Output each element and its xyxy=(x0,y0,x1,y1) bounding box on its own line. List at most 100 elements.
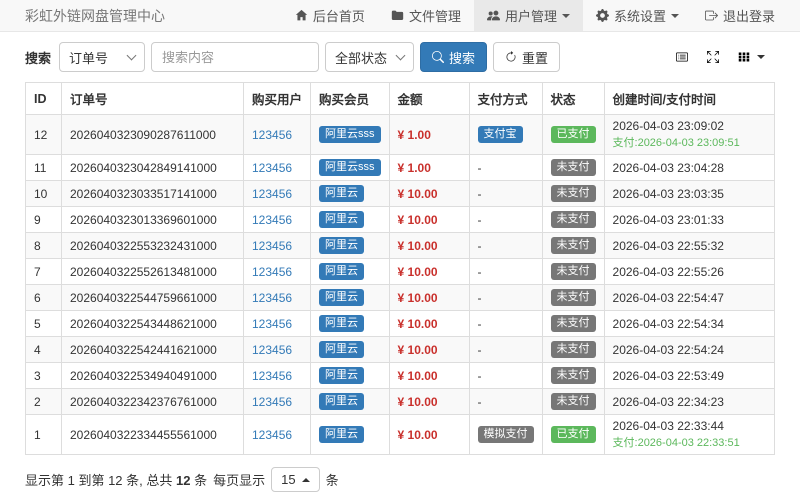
buyer-link[interactable]: 123456 xyxy=(252,291,292,305)
created-time: 2026-04-03 23:09:02 xyxy=(612,119,724,133)
status-badge: 未支付 xyxy=(550,211,596,228)
cell-id: 11 xyxy=(25,154,62,181)
nav-item-label: 用户管理 xyxy=(504,9,557,24)
nav-item-logout[interactable]: 退出登录 xyxy=(692,0,788,31)
nav-item-files[interactable]: 文件管理 xyxy=(378,0,474,31)
cell-buyer: 123456 xyxy=(242,414,312,455)
buyer-link[interactable]: 123456 xyxy=(252,265,292,279)
buyer-link[interactable]: 123456 xyxy=(252,187,292,201)
cell-pay-method: - xyxy=(468,154,543,181)
cell-amount: ¥ 10.00 xyxy=(388,310,470,337)
table-row: 6 2026040322544759661000 123456 阿里云 ¥ 10.00-… xyxy=(25,284,776,311)
cell-plan: 阿里云 xyxy=(310,362,390,389)
column-header: 购买用户 xyxy=(242,82,312,115)
cell-plan: 阿里云 xyxy=(310,180,390,207)
fullscreen-button[interactable] xyxy=(697,42,729,72)
cell-status: 未支付 xyxy=(541,284,605,311)
search-label: 搜索 xyxy=(25,50,52,66)
table-row: 2 2026040322342376761000 123456 阿里云 ¥ 10.00-… xyxy=(25,388,776,415)
nav-item-settings[interactable]: 系统设置 xyxy=(583,0,692,31)
cell-buyer: 123456 xyxy=(242,232,312,259)
cell-status: 已支付 xyxy=(541,114,605,155)
buyer-link[interactable]: 123456 xyxy=(252,428,292,442)
nav-item-label: 后台首页 xyxy=(312,9,365,24)
cell-order-no: 2026040322552613481000 xyxy=(61,258,244,285)
cell-amount: ¥ 10.00 xyxy=(388,232,470,259)
cell-amount: ¥ 10.00 xyxy=(388,180,470,207)
reset-button-label: 重置 xyxy=(522,50,549,66)
chevron-down-icon xyxy=(561,13,570,22)
buyer-link[interactable]: 123456 xyxy=(252,369,292,383)
cell-order-no: 2026040322544759661000 xyxy=(61,284,244,311)
page-size-select[interactable]: 15 xyxy=(271,467,320,492)
cell-order-no: 2026040322334455561000 xyxy=(61,414,244,455)
buyer-link[interactable]: 123456 xyxy=(252,161,292,175)
plan-badge: 阿里云sss xyxy=(319,159,381,176)
cell-amount: ¥ 10.00 xyxy=(388,388,470,415)
plan-badge: 阿里云 xyxy=(319,315,365,332)
cell-buyer: 123456 xyxy=(242,336,312,363)
created-time: 2026-04-03 22:55:26 xyxy=(612,264,724,279)
cell-time: 2026-04-03 23:09:02 支付:2026-04-03 23:09:5… xyxy=(603,114,776,155)
column-header: 订单号 xyxy=(61,82,244,115)
plan-badge: 阿里云 xyxy=(319,289,365,306)
cell-plan: 阿里云 xyxy=(310,206,390,233)
reset-button[interactable]: 重置 xyxy=(493,42,561,72)
cell-time: 2026-04-03 22:33:44 支付:2026-04-03 22:33:5… xyxy=(603,414,776,455)
column-header: 金额 xyxy=(388,82,470,115)
created-time: 2026-04-03 22:33:44 xyxy=(612,419,724,433)
search-field-select[interactable]: 订单号 xyxy=(59,42,146,72)
cell-order-no: 2026040323090287611000 xyxy=(61,114,244,155)
search-button[interactable]: 搜索 xyxy=(420,42,488,72)
buyer-link[interactable]: 123456 xyxy=(252,343,292,357)
search-input[interactable] xyxy=(151,42,320,72)
cell-order-no: 2026040322342376761000 xyxy=(61,388,244,415)
status-filter-select[interactable]: 全部状态 xyxy=(325,42,415,72)
plan-badge: 阿里云sss xyxy=(319,126,381,143)
columns-button[interactable] xyxy=(728,42,775,72)
cell-id: 10 xyxy=(25,180,62,207)
detail-view-button[interactable] xyxy=(666,42,698,72)
cell-order-no: 2026040322553232431000 xyxy=(61,232,244,259)
cell-pay-method: - xyxy=(468,258,543,285)
plan-badge: 阿里云 xyxy=(319,393,365,410)
plan-badge: 阿里云 xyxy=(319,237,365,254)
cell-status: 未支付 xyxy=(541,336,605,363)
cell-amount: ¥ 10.00 xyxy=(388,206,470,233)
cell-order-no: 2026040323033517141000 xyxy=(61,180,244,207)
folder-icon xyxy=(391,10,404,20)
table-row: 10 2026040323033517141000 123456 阿里云 ¥ 10.00… xyxy=(25,180,776,207)
status-badge: 未支付 xyxy=(550,185,596,202)
table-row: 7 2026040322552613481000 123456 阿里云 ¥ 10.00-… xyxy=(25,258,776,285)
created-time: 2026-04-03 23:04:28 xyxy=(612,160,724,175)
buyer-link[interactable]: 123456 xyxy=(252,239,292,253)
column-header: 创建时间/支付时间 xyxy=(603,82,776,115)
buyer-link[interactable]: 123456 xyxy=(252,213,292,227)
status-badge: 未支付 xyxy=(550,341,596,358)
buyer-link[interactable]: 123456 xyxy=(252,317,292,331)
buyer-link[interactable]: 123456 xyxy=(252,395,292,409)
cell-status: 未支付 xyxy=(541,362,605,389)
nav-item-home[interactable]: 后台首页 xyxy=(282,0,378,31)
cell-id: 5 xyxy=(25,310,62,337)
table-row: 12 2026040323090287611000 123456 阿里云sss ¥ 1.… xyxy=(25,114,776,155)
nav-item-users[interactable]: 用户管理 xyxy=(473,0,583,31)
columns-icon xyxy=(738,52,750,62)
cell-plan: 阿里云 xyxy=(310,414,390,455)
plan-badge: 阿里云 xyxy=(319,367,365,384)
cell-pay-method: - xyxy=(468,336,543,363)
plan-badge: 阿里云 xyxy=(319,211,365,228)
cell-time: 2026-04-03 23:04:28 xyxy=(603,154,776,181)
buyer-link[interactable]: 123456 xyxy=(252,128,292,142)
status-badge: 未支付 xyxy=(550,367,596,384)
cell-status: 未支付 xyxy=(541,388,605,415)
table-row: 11 2026040323042849141000 123456 阿里云sss ¥ 1.… xyxy=(25,154,776,181)
nav-menu: 后台首页 文件管理 用户管理 系统设置 退出登录 xyxy=(282,0,788,31)
cell-time: 2026-04-03 22:54:47 xyxy=(603,284,776,311)
cell-pay-method: - xyxy=(468,310,543,337)
cell-amount: ¥ 1.00 xyxy=(388,154,470,181)
cell-plan: 阿里云 xyxy=(310,310,390,337)
orders-table: ID 订单号 购买用户 购买会员 金额 支付方式 状态 创建时间/支付时间 12 2026040… xyxy=(25,82,776,455)
created-time: 2026-04-03 22:55:32 xyxy=(612,238,724,253)
nav-item-label: 系统设置 xyxy=(613,9,666,24)
